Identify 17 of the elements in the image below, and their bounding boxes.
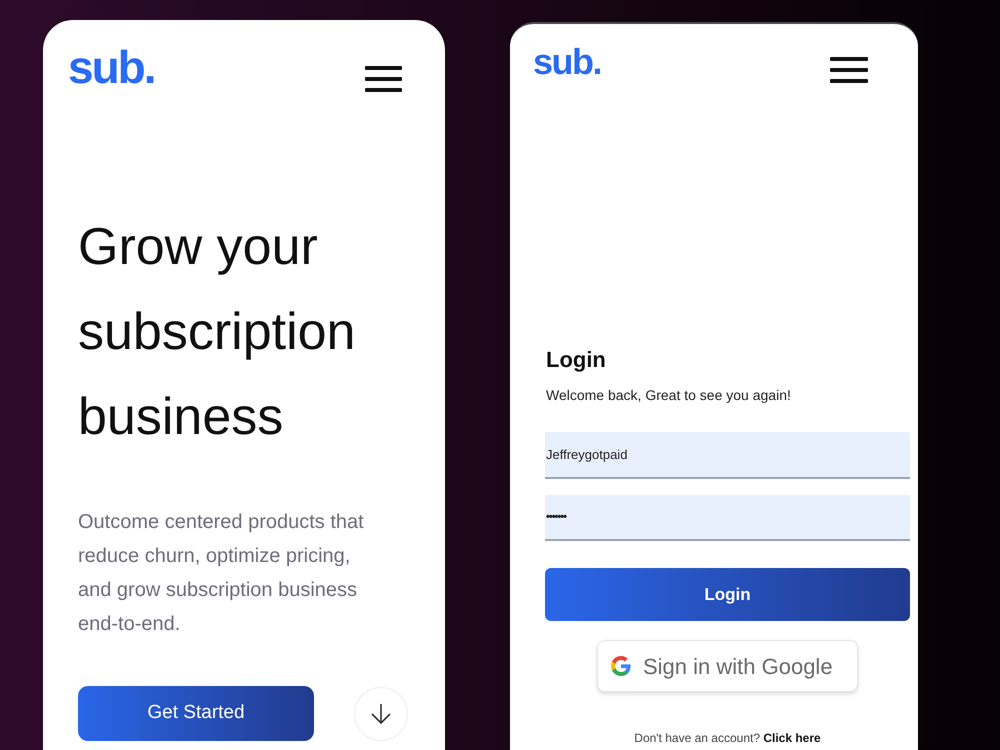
signup-prompt: Don't have an account? Click here — [633, 731, 822, 745]
google-icon — [611, 656, 631, 676]
logo[interactable]: sub. — [533, 44, 602, 80]
headline: Grow your subscription business — [78, 217, 356, 448]
get-started-button[interactable]: Get Started — [78, 686, 314, 741]
menu-icon[interactable] — [365, 66, 402, 92]
description: Outcome centered products that reduce churn, optimize pricing, and grow subscription business end-to-end. — [78, 510, 365, 637]
welcome-text: Welcome back, Great to see you again! — [546, 386, 792, 404]
google-sign-in-button[interactable]: Sign in with Google — [597, 640, 858, 692]
logo[interactable]: sub. — [68, 44, 155, 90]
login-title: Login — [546, 347, 607, 373]
password-field[interactable]: ••••••• — [545, 495, 910, 541]
signup-link[interactable]: Click here — [763, 731, 821, 745]
login-button[interactable]: Login — [545, 568, 910, 621]
down-arrow-icon — [370, 702, 392, 724]
username-field[interactable]: Jeffreygotpaid — [545, 432, 910, 479]
menu-icon[interactable] — [830, 57, 868, 83]
